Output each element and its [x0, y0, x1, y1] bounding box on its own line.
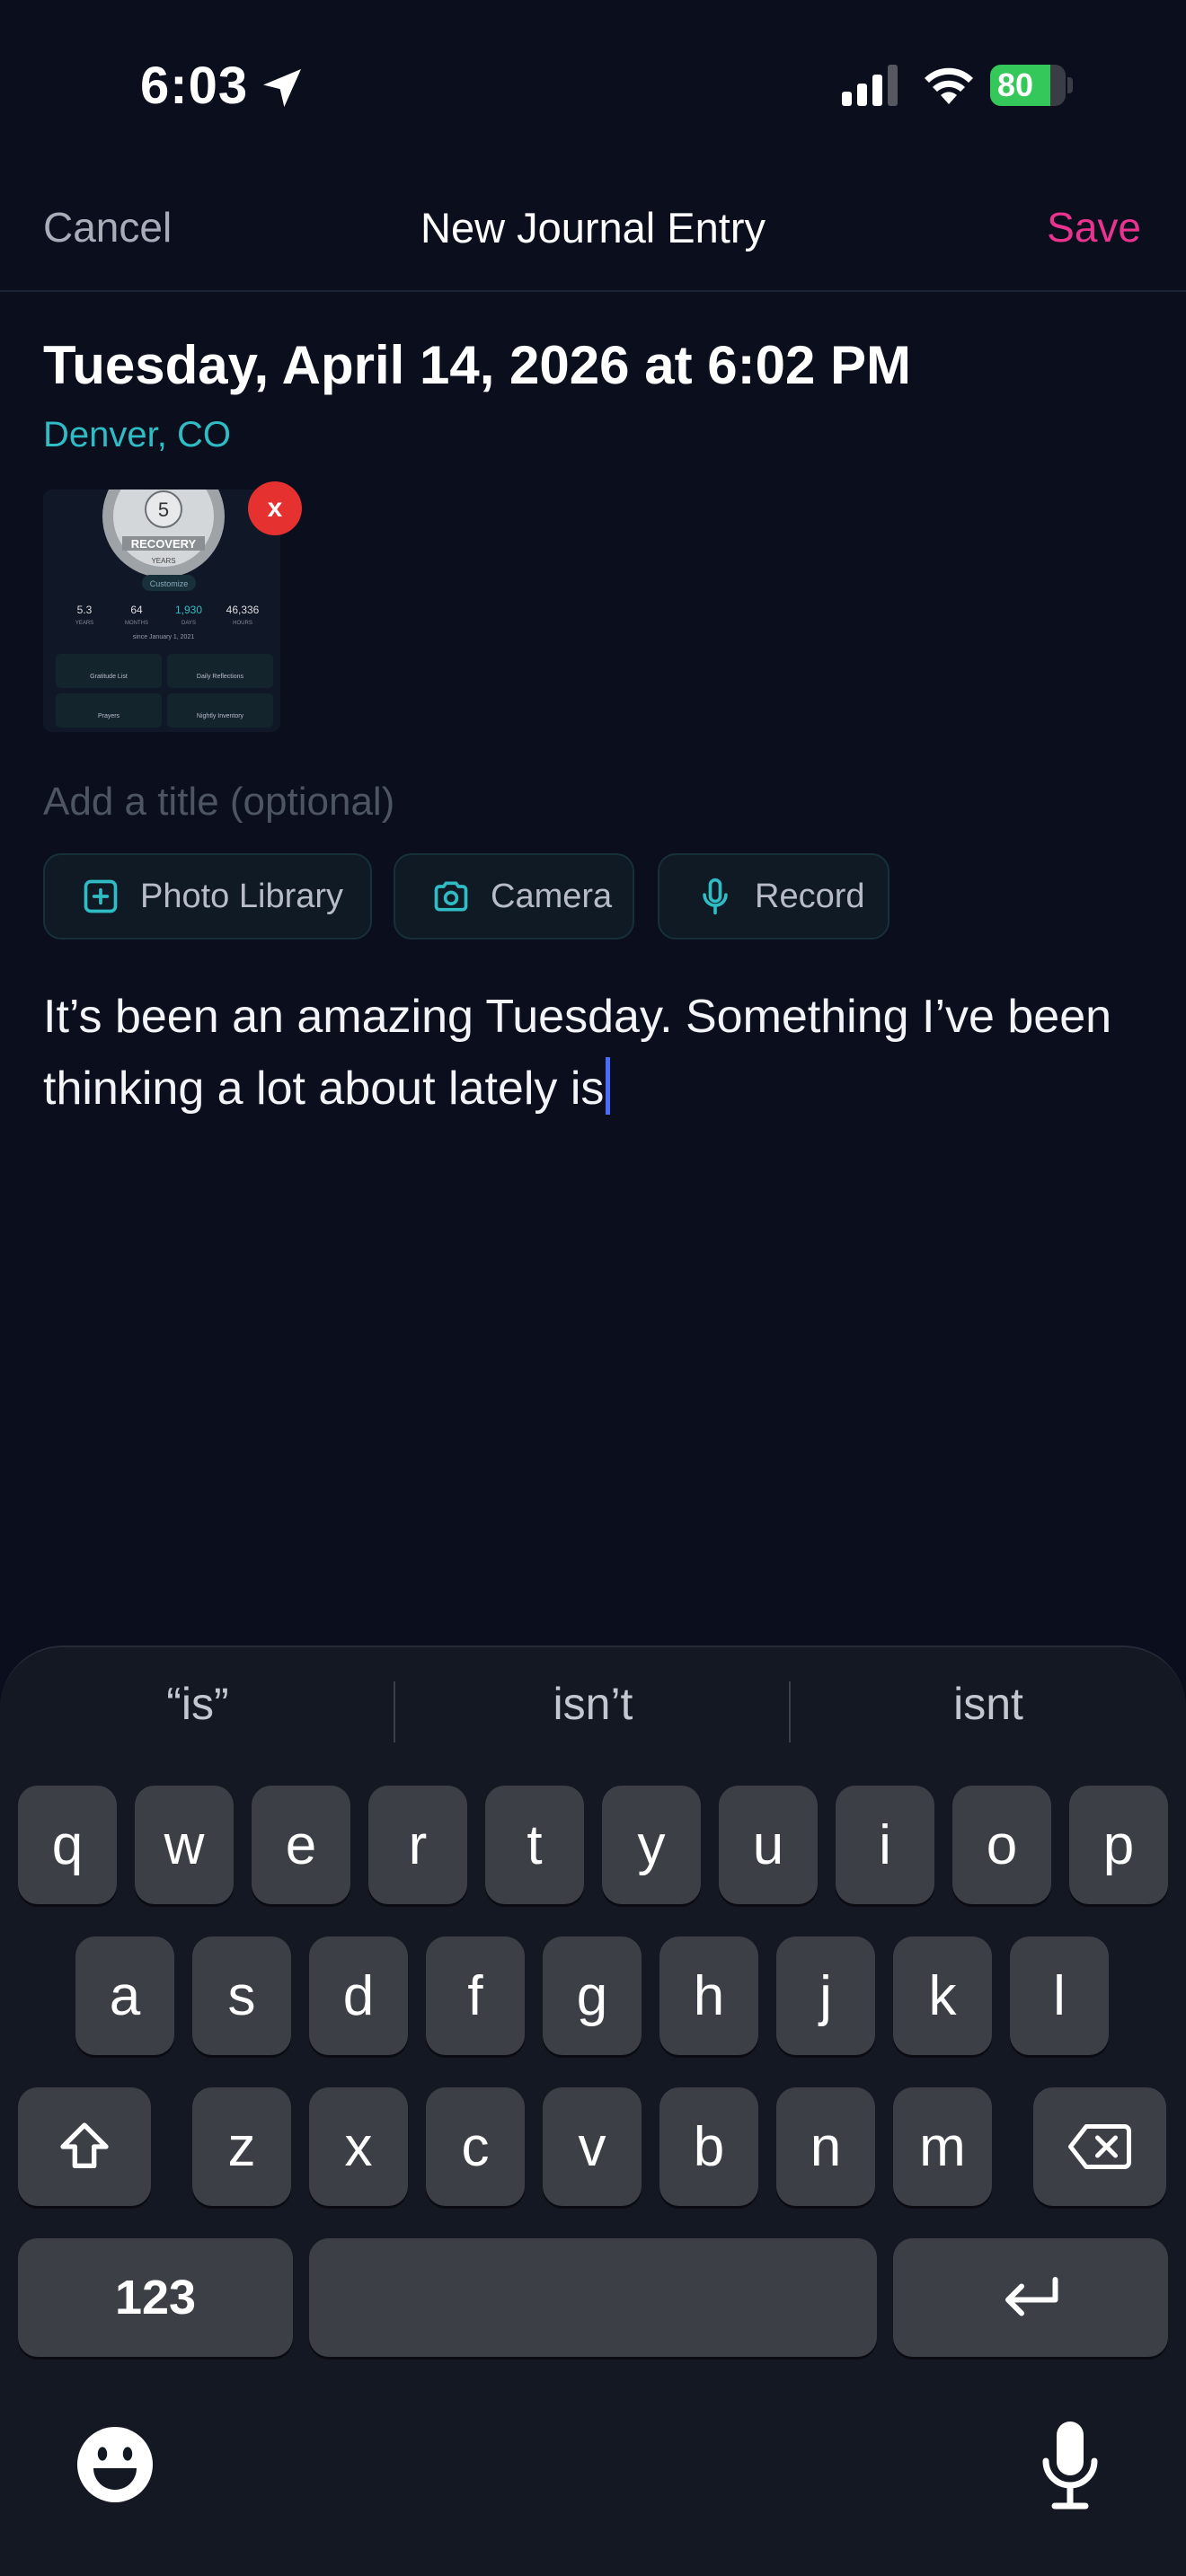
thumb-stat-label: HOURS — [233, 621, 252, 626]
backspace-key[interactable] — [1033, 2087, 1166, 2206]
key-q[interactable]: q — [18, 1786, 117, 1904]
thumb-stat-label: MONTHS — [125, 621, 148, 626]
thumb-stat-label: DAYS — [181, 621, 196, 626]
remove-photo-button[interactable]: x — [248, 481, 302, 535]
key-z[interactable]: z — [192, 2087, 291, 2206]
thumb-stat-label: YEARS — [75, 621, 93, 626]
microphone-icon — [703, 878, 728, 915]
record-label: Record — [755, 877, 865, 915]
battery-percent: 80 — [997, 66, 1034, 103]
photo-attachment-thumbnail[interactable]: 5 RECOVERY YEARS Customize 5.3 64 1,930 … — [43, 490, 280, 732]
text-caret — [606, 1057, 611, 1115]
key-p[interactable]: p — [1069, 1786, 1168, 1904]
key-x[interactable]: x — [309, 2087, 408, 2206]
key-l[interactable]: l — [1010, 1936, 1109, 2055]
key-i[interactable]: i — [836, 1786, 934, 1904]
thumb-tile-label: Prayers — [98, 713, 120, 719]
camera-icon — [434, 881, 468, 912]
key-u[interactable]: u — [719, 1786, 818, 1904]
suggestion-divider — [394, 1681, 395, 1742]
thumb-tile-label: Nightly Inventory — [197, 713, 244, 719]
key-r[interactable]: r — [368, 1786, 467, 1904]
key-f[interactable]: f — [426, 1936, 525, 2055]
cellular-signal-icon — [842, 65, 898, 106]
photo-library-label: Photo Library — [140, 877, 344, 915]
shift-key[interactable] — [18, 2087, 151, 2206]
thumb-tile-label: Gratitude List — [90, 674, 128, 680]
key-s[interactable]: s — [192, 1936, 291, 2055]
thumb-stat-value: 1,930 — [175, 604, 202, 616]
key-a[interactable]: a — [75, 1936, 174, 2055]
return-key[interactable] — [893, 2238, 1168, 2357]
entry-location[interactable]: Denver, CO — [43, 415, 231, 455]
camera-button[interactable]: Camera — [394, 853, 634, 940]
emoji-icon[interactable] — [75, 2425, 155, 2504]
thumb-tile-label: Daily Reflections — [197, 674, 244, 680]
key-v[interactable]: v — [543, 2087, 642, 2206]
dictation-mic-icon[interactable] — [1042, 2422, 1098, 2511]
shift-icon — [60, 2122, 109, 2168]
thumb-since: since January 1, 2021 — [133, 634, 195, 640]
suggestion-2[interactable]: isn’t — [413, 1678, 773, 1730]
plus-square-icon — [84, 879, 118, 913]
title-input[interactable] — [43, 774, 1121, 830]
medallion-number: 5 — [158, 498, 169, 521]
battery-tip — [1067, 77, 1073, 93]
journal-body-content: It’s been an amazing Tuesday. Something … — [43, 991, 1112, 1115]
key-o[interactable]: o — [952, 1786, 1051, 1904]
suggestion-1[interactable]: “is” — [18, 1678, 377, 1730]
medallion-text: RECOVERY — [131, 537, 197, 551]
key-m[interactable]: m — [893, 2087, 992, 2206]
photo-library-button[interactable]: Photo Library — [43, 853, 372, 940]
key-g[interactable]: g — [543, 1936, 642, 2055]
thumb-customize: Customize — [150, 579, 189, 588]
cancel-button[interactable]: Cancel — [43, 203, 172, 251]
thumb-stat-value: 46,336 — [226, 604, 260, 616]
battery-indicator: 80 — [990, 65, 1075, 106]
key-d[interactable]: d — [309, 1936, 408, 2055]
key-j[interactable]: j — [776, 1936, 875, 2055]
key-e[interactable]: e — [252, 1786, 350, 1904]
key-n[interactable]: n — [776, 2087, 875, 2206]
page-title: New Journal Entry — [420, 204, 766, 251]
status-time: 6:03 — [140, 57, 249, 115]
medallion-subtext: YEARS — [151, 557, 175, 565]
key-c[interactable]: c — [426, 2087, 525, 2206]
entry-date[interactable]: Tuesday, April 14, 2026 at 6:02 PM — [43, 334, 911, 396]
location-arrow-icon — [263, 69, 301, 107]
attachment-screenshot-image: 5 RECOVERY YEARS Customize 5.3 64 1,930 … — [43, 490, 280, 732]
key-w[interactable]: w — [135, 1786, 234, 1904]
key-h[interactable]: h — [659, 1936, 758, 2055]
key-y[interactable]: y — [602, 1786, 701, 1904]
key-b[interactable]: b — [659, 2087, 758, 2206]
backspace-icon — [1068, 2124, 1131, 2169]
thumb-stat-value: 64 — [130, 604, 143, 616]
return-icon — [1005, 2277, 1058, 2316]
numbers-key[interactable]: 123 — [18, 2238, 293, 2357]
journal-body-text[interactable]: It’s been an amazing Tuesday. Something … — [43, 981, 1148, 1125]
camera-label: Camera — [491, 877, 613, 915]
key-t[interactable]: t — [485, 1786, 584, 1904]
wifi-icon — [925, 67, 973, 104]
suggestion-divider — [789, 1681, 791, 1742]
suggestion-3[interactable]: isnt — [809, 1678, 1168, 1730]
space-key[interactable] — [309, 2238, 877, 2357]
thumb-stat-value: 5.3 — [77, 604, 93, 616]
record-button[interactable]: Record — [658, 853, 890, 940]
key-k[interactable]: k — [893, 1936, 992, 2055]
nav-divider — [0, 290, 1186, 292]
save-button[interactable]: Save — [1047, 203, 1141, 251]
